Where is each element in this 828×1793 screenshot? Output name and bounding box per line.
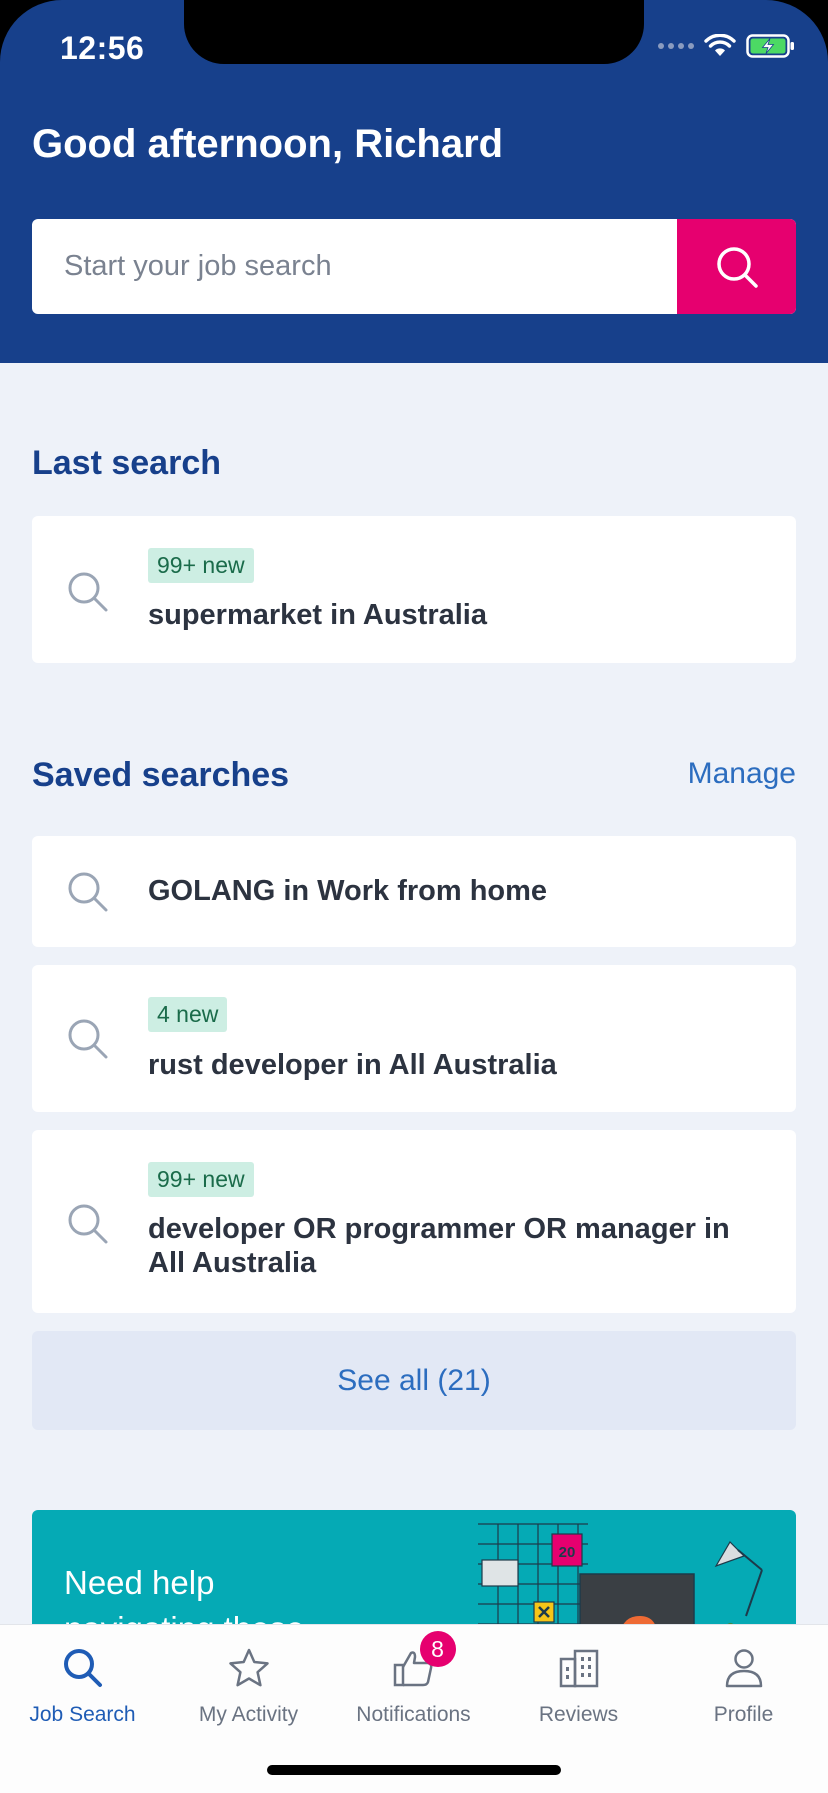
greeting-title: Good afternoon, Richard <box>32 122 504 166</box>
new-count-badge: 99+ new <box>148 1162 254 1197</box>
tab-notifications[interactable]: 8 Notifications <box>331 1625 496 1735</box>
search-icon <box>716 246 758 288</box>
header: 12:56 Good afternoon, Richard <box>0 0 828 363</box>
tab-label: Notifications <box>356 1703 471 1726</box>
search-icon <box>68 1019 108 1059</box>
tab-profile[interactable]: Profile <box>661 1625 826 1735</box>
tab-reviews[interactable]: Reviews <box>496 1625 661 1735</box>
person-icon <box>725 1649 762 1688</box>
wifi-icon <box>704 34 736 56</box>
building-icon <box>559 1649 598 1688</box>
tab-label: Profile <box>713 1703 774 1726</box>
tab-label: Job Search <box>29 1703 136 1726</box>
status-icons <box>658 34 796 58</box>
search-query-label: supermarket in Australia <box>148 599 487 631</box>
tab-label: Reviews <box>538 1703 619 1726</box>
search-icon <box>68 1204 108 1244</box>
device-notch <box>184 0 644 64</box>
search-query-label: GOLANG in Work from home <box>148 875 548 907</box>
saved-search-card[interactable]: 99+ new developer OR programmer OR manag… <box>32 1130 796 1313</box>
search-button[interactable] <box>677 219 796 314</box>
search-icon <box>63 1649 102 1687</box>
tab-my-activity[interactable]: My Activity <box>166 1625 331 1735</box>
tab-job-search[interactable]: Job Search <box>0 1625 165 1735</box>
last-search-card[interactable]: 99+ new supermarket in Australia <box>32 516 796 663</box>
notification-count-badge: 8 <box>419 1631 456 1667</box>
search-icon <box>68 872 108 912</box>
calendar-number: 20 <box>559 1544 576 1561</box>
job-search-bar <box>32 219 796 314</box>
tab-label: My Activity <box>198 1703 299 1726</box>
job-search-input[interactable] <box>32 219 677 314</box>
battery-charging-icon <box>746 34 794 58</box>
new-count-badge: 4 new <box>148 997 228 1032</box>
saved-search-card[interactable]: 4 new rust developer in All Australia <box>32 965 796 1112</box>
search-query-label: rust developer in All Australia <box>148 1049 557 1081</box>
search-query-label: developer OR programmer OR manager in Al… <box>148 1213 730 1279</box>
new-count-badge: 99+ new <box>148 548 254 583</box>
manage-link[interactable]: Manage <box>688 757 796 791</box>
home-indicator[interactable] <box>267 1765 561 1775</box>
status-time: 12:56 <box>60 30 145 66</box>
saved-search-card[interactable]: GOLANG in Work from home <box>32 836 796 947</box>
last-search-title: Last search <box>32 444 221 482</box>
search-icon <box>68 572 108 612</box>
cellular-signal-icon <box>658 43 694 49</box>
star-icon <box>228 1648 269 1687</box>
see-all-button[interactable]: See all (21) <box>32 1331 796 1430</box>
saved-searches-title: Saved searches <box>32 756 290 794</box>
